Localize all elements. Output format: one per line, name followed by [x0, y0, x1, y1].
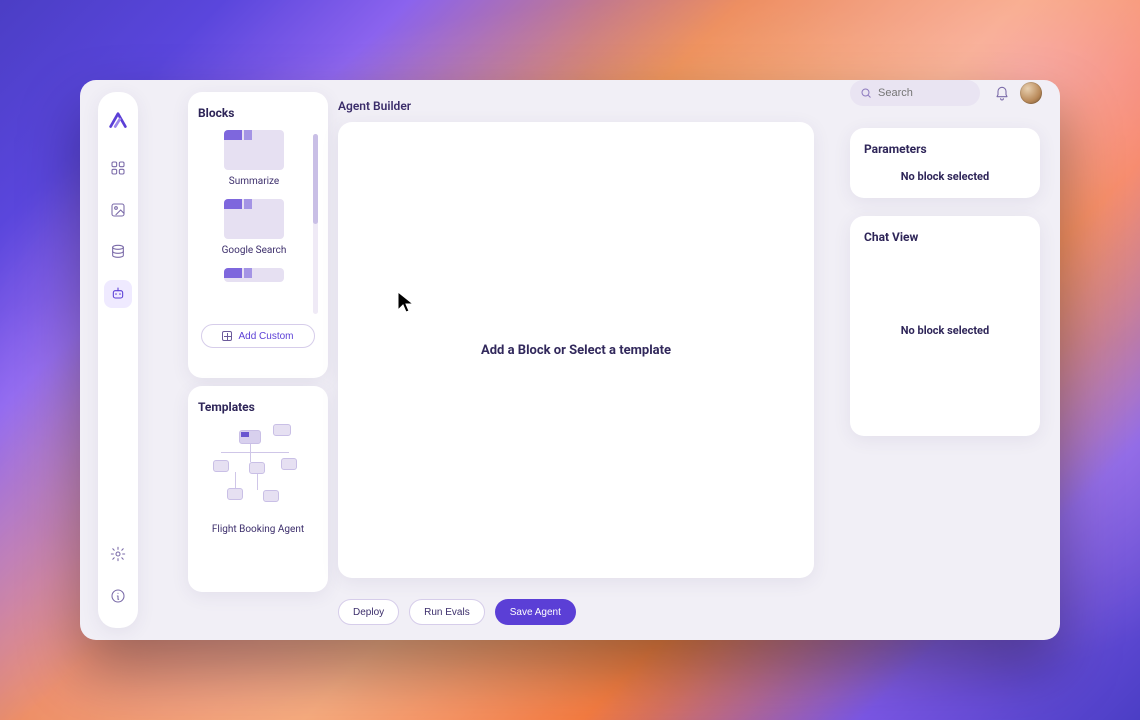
nav-items-top: [104, 154, 132, 308]
block-item-google-search[interactable]: Google Search: [204, 199, 304, 256]
block-thumb: [224, 199, 284, 239]
user-avatar[interactable]: [1020, 82, 1042, 104]
templates-panel: Templates Flight Booking Agent: [188, 386, 328, 592]
deploy-button[interactable]: Deploy: [338, 599, 399, 625]
info-icon: [110, 588, 126, 604]
image-icon: [110, 202, 126, 218]
block-item-partial[interactable]: [204, 268, 304, 282]
cursor-icon: [396, 290, 416, 316]
logo-icon: [107, 110, 129, 132]
search-box[interactable]: [850, 80, 980, 106]
scroll-thumb[interactable]: [313, 134, 318, 224]
run-evals-button[interactable]: Run Evals: [409, 599, 485, 625]
block-item-summarize[interactable]: Summarize: [204, 130, 304, 187]
block-label: Google Search: [204, 245, 304, 256]
page-title: Agent Builder: [338, 99, 411, 113]
blocks-list: Summarize Google Search: [198, 130, 318, 318]
template-card-flight-booking[interactable]: Flight Booking Agent: [198, 424, 318, 564]
notifications-button[interactable]: [992, 84, 1012, 104]
parameters-empty: No block selected: [864, 170, 1026, 183]
app-logo: [107, 110, 129, 132]
chat-view-title: Chat View: [864, 230, 1026, 244]
database-icon: [110, 244, 126, 260]
chat-view-empty: No block selected: [864, 324, 1026, 337]
canvas-empty-text: Add a Block or Select a template: [481, 343, 671, 358]
nav-item-dashboard[interactable]: [104, 154, 132, 182]
builder-canvas[interactable]: Add a Block or Select a template: [338, 122, 814, 578]
nav-items-bottom: [104, 540, 132, 628]
grid-icon: [110, 160, 126, 176]
search-icon: [860, 87, 872, 99]
block-label: Summarize: [204, 176, 304, 187]
blocks-title: Blocks: [198, 106, 318, 120]
template-preview: [203, 424, 313, 514]
gear-icon: [110, 546, 126, 562]
nav-item-settings[interactable]: [104, 540, 132, 568]
template-label: Flight Booking Agent: [198, 524, 318, 535]
search-input[interactable]: [878, 87, 968, 99]
app-window: Agent Builder Blocks Summarize Google Se…: [80, 80, 1060, 640]
block-thumb: [224, 268, 284, 282]
nav-item-help[interactable]: [104, 582, 132, 610]
nav-item-agent-builder[interactable]: [104, 280, 132, 308]
save-agent-button[interactable]: Save Agent: [495, 599, 576, 625]
bell-icon: [994, 86, 1010, 102]
add-custom-label: Add Custom: [238, 331, 293, 342]
templates-title: Templates: [198, 400, 318, 414]
parameters-card: Parameters No block selected: [850, 128, 1040, 198]
parameters-title: Parameters: [864, 142, 1026, 156]
nav-item-data[interactable]: [104, 238, 132, 266]
plus-icon: [222, 331, 232, 341]
add-custom-button[interactable]: Add Custom: [201, 324, 315, 348]
bot-icon: [110, 286, 126, 302]
block-thumb: [224, 130, 284, 170]
nav-rail: [98, 92, 138, 628]
blocks-panel: Blocks Summarize Google Search Add Custo…: [188, 92, 328, 378]
nav-item-files[interactable]: [104, 196, 132, 224]
chat-view-card: Chat View No block selected: [850, 216, 1040, 436]
action-bar: Deploy Run Evals Save Agent: [338, 596, 576, 628]
